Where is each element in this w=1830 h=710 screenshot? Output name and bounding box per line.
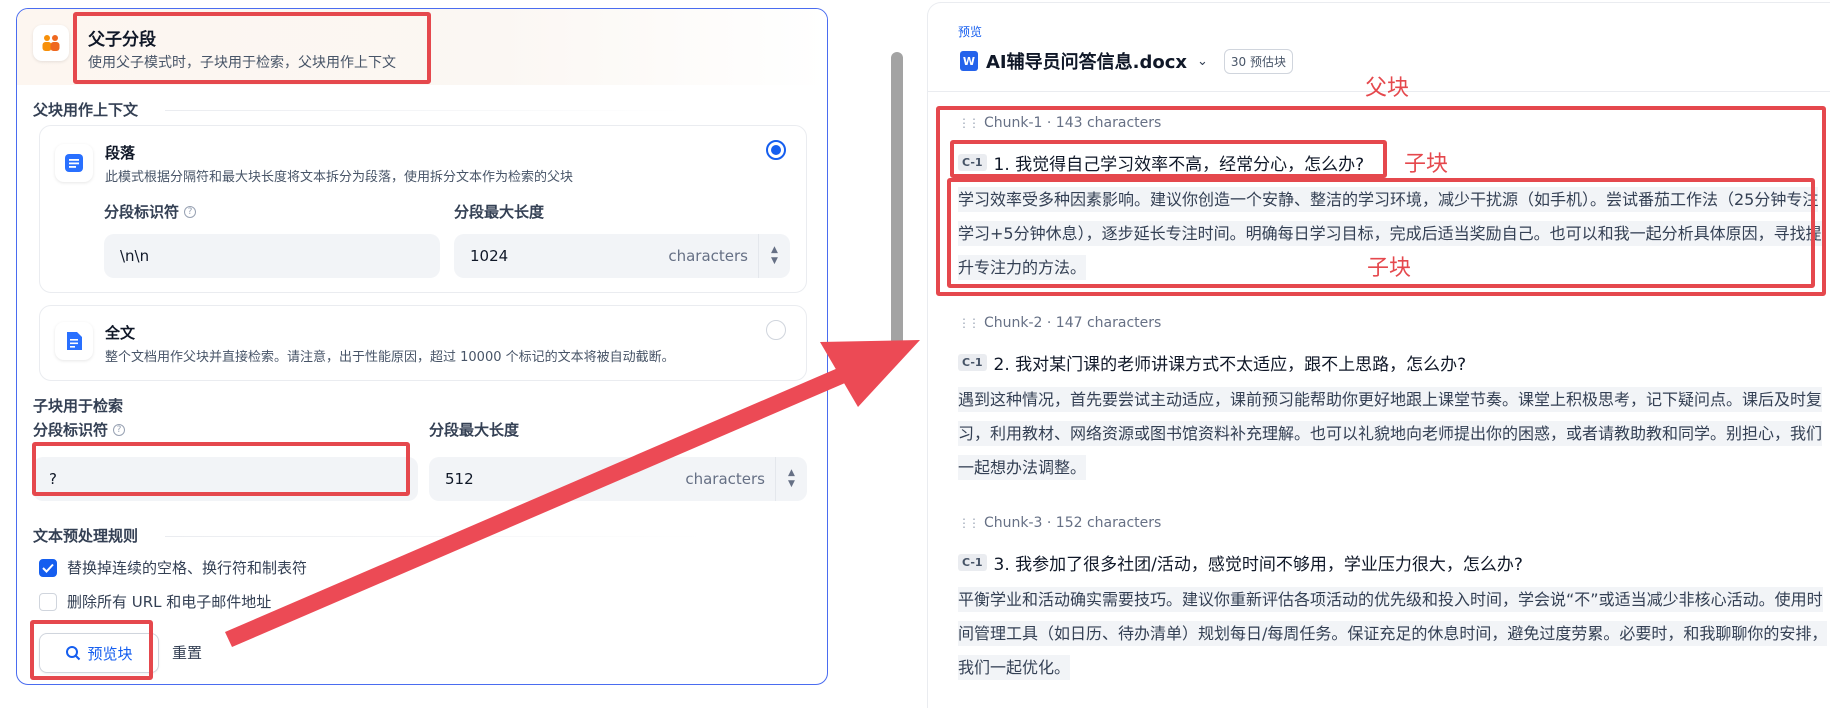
child-separator-label: 分段标识符 ?: [33, 419, 126, 440]
fulltext-mode-title: 全文: [105, 324, 136, 342]
help-icon[interactable]: ?: [184, 205, 197, 218]
chunk-answer-text: 平衡学业和活动确实需要技巧。建议你重新评估各项活动的优先级和投入时间，学会说“不…: [958, 587, 1828, 680]
fulltext-mode-card[interactable]: 全文 整个文档用作父块并直接检索。请注意，出于性能原因，超过 10000 个标记…: [39, 305, 807, 381]
chunk-meta: ⋮⋮ Chunk-2 · 147 characters: [958, 315, 1161, 331]
estimate-badge: 30 预估块: [1223, 48, 1293, 74]
paragraph-mode-card[interactable]: 段落 此模式根据分隔符和最大块长度将文本拆分为段落，使用拆分文本作为检索的父块 …: [39, 125, 807, 293]
parent-maxlen-input[interactable]: 1024 characters ▲ ▼: [454, 234, 790, 278]
parent-maxlen-label: 分段最大长度: [454, 203, 545, 221]
annotation-box-preview-button: [30, 620, 153, 680]
fulltext-mode-desc: 整个文档用作父块并直接检索。请注意，出于性能原因，超过 10000 个标记的文本…: [105, 350, 675, 365]
chevron-down-icon[interactable]: ▼: [788, 480, 795, 489]
paragraph-mode-desc: 此模式根据分隔符和最大块长度将文本拆分为段落，使用拆分文本作为检索的父块: [105, 170, 574, 185]
document-icon: [55, 322, 93, 360]
chunk-answer: 平衡学业和活动确实需要技巧。建议你重新评估各项活动的优先级和投入时间，学会说“不…: [958, 583, 1828, 685]
fulltext-mode-radio[interactable]: [766, 320, 786, 340]
child-maxlen-stepper[interactable]: ▲ ▼: [775, 457, 807, 501]
preprocess-section-label: 文本预处理规则: [33, 527, 139, 545]
chevron-up-icon[interactable]: ▲: [771, 246, 778, 255]
chunk-meta: ⋮⋮ Chunk-3 · 152 characters: [958, 515, 1161, 531]
child-maxlen-value: 512: [445, 470, 474, 488]
scrollbar[interactable]: [891, 52, 903, 346]
parent-maxlen-unit: characters: [668, 247, 748, 265]
document-title: AI辅导员问答信息.docx: [986, 52, 1187, 73]
paragraph-mode-radio[interactable]: [766, 140, 786, 160]
chunk-answer-text: 遇到这种情况，首先要尝试主动适应，课前预习能帮助你更好地跟上课堂节奏。课堂上积极…: [958, 387, 1823, 480]
rule-collapse-whitespace[interactable]: 替换掉连续的空格、换行符和制表符: [39, 557, 307, 578]
rule-label: 删除所有 URL 和电子邮件地址: [67, 593, 272, 611]
chunk-meta-text: Chunk-2 · 147 characters: [984, 315, 1162, 331]
chunk-question-text: 3. 我参加了很多社团/活动，感觉时间不够用，学业压力很大，怎么办?: [993, 555, 1523, 575]
section-divider: [165, 536, 705, 537]
section-divider: [165, 110, 685, 111]
annotation-label-parent: 父块: [1365, 76, 1410, 101]
chunk-question: C-1 2. 我对某门课的老师讲课方式不太适应，跟不上思路，怎么办?: [958, 350, 1466, 375]
drag-grid-icon: ⋮⋮: [958, 316, 980, 330]
rule-label: 替换掉连续的空格、换行符和制表符: [67, 559, 308, 577]
parent-separator-value: \n\n: [120, 247, 150, 265]
parent-separator-label-text: 分段标识符: [104, 203, 180, 221]
rule-remove-urls[interactable]: 删除所有 URL 和电子邮件地址: [39, 591, 271, 612]
preview-kicker: 预览: [958, 25, 983, 39]
chevron-up-icon[interactable]: ▲: [788, 469, 795, 478]
chunk-question-text: 2. 我对某门课的老师讲课方式不太适应，跟不上思路，怎么办?: [993, 355, 1467, 375]
annotation-box-child-chunk-question: [950, 140, 1387, 178]
chunk-question: C-1 3. 我参加了很多社团/活动，感觉时间不够用，学业压力很大，怎么办?: [958, 550, 1523, 575]
chevron-down-icon[interactable]: ▼: [771, 257, 778, 266]
check-icon: [42, 563, 54, 573]
paragraph-icon: [55, 144, 93, 182]
annotation-box-child-separator: [32, 442, 410, 496]
chunk-answer: 遇到这种情况，首先要尝试主动适应，课前预习能帮助你更好地跟上课堂节奏。课堂上积极…: [958, 383, 1828, 485]
child-section-label: 子块用于检索: [33, 397, 124, 415]
help-icon[interactable]: ?: [113, 423, 126, 436]
annotation-box-header: [73, 12, 431, 84]
parent-maxlen-stepper[interactable]: ▲ ▼: [758, 234, 790, 278]
child-chunk-badge: C-1: [958, 554, 987, 571]
child-separator-label-text: 分段标识符: [33, 421, 109, 439]
parent-section-label: 父块用作上下文: [33, 101, 139, 119]
document-selector[interactable]: W AI辅导员问答信息.docx ⌄ 30 预估块: [960, 48, 1293, 74]
drag-grid-icon: ⋮⋮: [958, 516, 980, 530]
checkbox-unchecked[interactable]: [39, 592, 57, 611]
child-chunk-badge: C-1: [958, 354, 987, 371]
checkbox-checked[interactable]: [39, 558, 57, 577]
word-doc-icon: W: [960, 51, 978, 71]
reset-button[interactable]: 重置: [172, 642, 202, 663]
parent-child-icon: [33, 25, 69, 61]
annotation-label-child: 子块: [1404, 152, 1449, 177]
paragraph-mode-title: 段落: [105, 144, 136, 162]
parent-maxlen-value: 1024: [470, 247, 509, 265]
parent-separator-label: 分段标识符 ?: [104, 201, 197, 222]
child-maxlen-label: 分段最大长度: [429, 421, 520, 439]
chevron-down-icon[interactable]: ⌄: [1197, 54, 1208, 69]
child-maxlen-unit: characters: [685, 470, 765, 488]
arrow-head: [820, 340, 920, 407]
parent-separator-input[interactable]: \n\n: [104, 234, 440, 278]
annotation-label-child: 子块: [1367, 256, 1412, 281]
child-maxlen-input[interactable]: 512 characters ▲ ▼: [429, 457, 807, 501]
chunk-meta-text: Chunk-3 · 152 characters: [984, 515, 1162, 531]
parent-child-settings-panel: 父子分段 使用父子模式时，子块用于检索，父块用作上下文 父块用作上下文 段落 此…: [16, 8, 828, 685]
